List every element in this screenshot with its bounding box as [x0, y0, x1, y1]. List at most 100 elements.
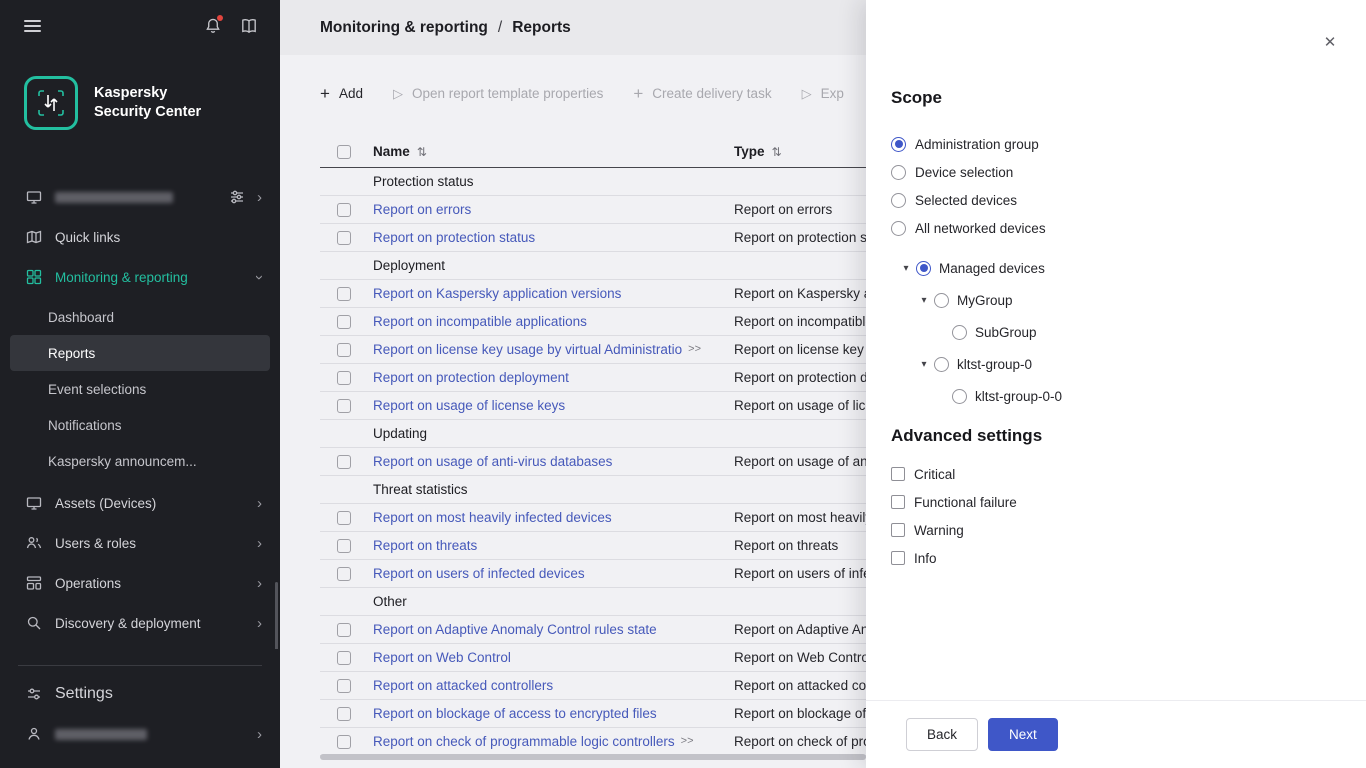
radio-icon [916, 261, 931, 276]
horizontal-scrollbar[interactable] [320, 754, 866, 760]
report-link[interactable]: Report on Kaspersky application versions [373, 286, 621, 301]
sidebar-item-discovery[interactable]: Discovery & deployment › [0, 603, 280, 643]
chevron-right-icon: › [257, 496, 262, 511]
drawer-footer: Back Next [866, 700, 1366, 768]
menu-toggle-icon[interactable] [24, 20, 41, 32]
report-link[interactable]: Report on protection deployment [373, 370, 569, 385]
severity-checkbox-info[interactable]: Info [891, 544, 1326, 572]
export-button[interactable]: ▷ Exp [802, 86, 844, 101]
sidebar-subitem-reports[interactable]: Reports [10, 335, 270, 371]
sidebar-item-label: Assets (Devices) [55, 496, 156, 511]
sidebar-scrollbar[interactable] [275, 582, 278, 649]
page-title: Reports [512, 19, 571, 37]
expander-icon[interactable]: ▾ [917, 359, 931, 370]
sidebar-subitem-kaspersky-announcem[interactable]: Kaspersky announcem... [10, 443, 270, 479]
tree-node-mygroup[interactable]: ▾ MyGroup [891, 284, 1326, 316]
report-link[interactable]: Report on check of programmable logic co… [373, 734, 675, 749]
row-checkbox[interactable] [337, 455, 351, 469]
tree-node-subgroup[interactable]: ▾ SubGroup [891, 316, 1326, 348]
operations-icon [26, 575, 42, 591]
sidebar-item-server[interactable]: › [0, 177, 280, 217]
severity-checkbox-critical[interactable]: Critical [891, 460, 1326, 488]
sidebar-subitem-notifications[interactable]: Notifications [10, 407, 270, 443]
users-icon [26, 535, 42, 551]
sort-icon[interactable]: ⇅ [417, 145, 427, 159]
breadcrumb-section[interactable]: Monitoring & reporting [320, 19, 488, 37]
report-link[interactable]: Report on Web Control [373, 650, 511, 665]
sidebar-item-operations[interactable]: Operations › [0, 563, 280, 603]
create-delivery-task-button[interactable]: + Create delivery task [633, 85, 771, 102]
expand-text-icon[interactable]: >> [681, 735, 694, 747]
row-checkbox[interactable] [337, 539, 351, 553]
report-link[interactable]: Report on usage of license keys [373, 398, 565, 413]
report-link[interactable]: Report on most heavily infected devices [373, 510, 612, 525]
row-checkbox[interactable] [337, 287, 351, 301]
chevron-right-icon[interactable]: › [257, 727, 262, 742]
report-link[interactable]: Report on Adaptive Anomaly Control rules… [373, 622, 657, 637]
plus-icon: + [320, 85, 330, 102]
row-checkbox[interactable] [337, 735, 351, 749]
help-docs-icon[interactable] [240, 17, 258, 35]
sidebar-item-monitoring[interactable]: Monitoring & reporting › [0, 257, 280, 297]
sort-icon[interactable]: ⇅ [772, 145, 782, 159]
scope-radio-device-selection[interactable]: Device selection [891, 158, 1326, 186]
row-checkbox[interactable] [337, 203, 351, 217]
row-checkbox[interactable] [337, 511, 351, 525]
chevron-right-icon[interactable]: › [257, 190, 262, 205]
tree-node-managed-devices[interactable]: ▾ Managed devices [891, 252, 1326, 284]
tree-node-kltst-group-0-0[interactable]: ▾ kltst-group-0-0 [891, 380, 1326, 412]
report-link[interactable]: Report on license key usage by virtual A… [373, 342, 682, 357]
sidebar-item-users-roles[interactable]: Users & roles › [0, 523, 280, 563]
checkbox-label: Warning [914, 523, 964, 538]
row-checkbox[interactable] [337, 679, 351, 693]
row-checkbox[interactable] [337, 623, 351, 637]
next-button[interactable]: Next [988, 718, 1058, 751]
row-checkbox[interactable] [337, 651, 351, 665]
row-checkbox[interactable] [337, 567, 351, 581]
row-checkbox[interactable] [337, 707, 351, 721]
report-link[interactable]: Report on attacked controllers [373, 678, 553, 693]
column-header-name: Name [373, 144, 410, 159]
sidebar-item-user-account[interactable]: › [0, 714, 280, 754]
back-button[interactable]: Back [906, 718, 978, 751]
sidebar-item-label: Settings [55, 685, 113, 703]
expand-text-icon[interactable]: >> [688, 343, 701, 355]
report-link[interactable]: Report on errors [373, 202, 471, 217]
settings-sliders-icon [26, 686, 42, 702]
scope-radio-administration-group[interactable]: Administration group [891, 130, 1326, 158]
severity-checkbox-functional-failure[interactable]: Functional failure [891, 488, 1326, 516]
radio-icon [952, 389, 967, 404]
report-link[interactable]: Report on usage of anti-virus databases [373, 454, 612, 469]
sidebar-subitem-dashboard[interactable]: Dashboard [10, 299, 270, 335]
row-checkbox[interactable] [337, 343, 351, 357]
map-icon [26, 229, 42, 245]
sliders-icon[interactable] [229, 189, 245, 205]
column-header-type: Type [734, 144, 765, 159]
expander-icon[interactable]: ▾ [917, 295, 931, 306]
tree-node-kltst-group-0[interactable]: ▾ kltst-group-0 [891, 348, 1326, 380]
tree-node-label: kltst-group-0 [957, 357, 1032, 372]
close-icon[interactable]: ✕ [1320, 32, 1340, 52]
report-link[interactable]: Report on protection status [373, 230, 535, 245]
report-link[interactable]: Report on threats [373, 538, 477, 553]
report-link[interactable]: Report on blockage of access to encrypte… [373, 706, 657, 721]
row-checkbox[interactable] [337, 371, 351, 385]
radio-icon [891, 137, 906, 152]
add-button[interactable]: + Add [320, 85, 363, 102]
report-link[interactable]: Report on users of infected devices [373, 566, 585, 581]
select-all-checkbox[interactable] [337, 145, 351, 159]
notifications-bell-icon[interactable] [204, 17, 222, 35]
open-template-properties-button[interactable]: ▷ Open report template properties [393, 86, 603, 101]
sidebar-item-assets[interactable]: Assets (Devices) › [0, 483, 280, 523]
sidebar-item-settings[interactable]: Settings [0, 674, 280, 714]
row-checkbox[interactable] [337, 399, 351, 413]
expander-icon[interactable]: ▾ [899, 263, 913, 274]
report-link[interactable]: Report on incompatible applications [373, 314, 587, 329]
sidebar-subitem-event-selections[interactable]: Event selections [10, 371, 270, 407]
scope-radio-all-networked-devices[interactable]: All networked devices [891, 214, 1326, 242]
row-checkbox[interactable] [337, 315, 351, 329]
row-checkbox[interactable] [337, 231, 351, 245]
severity-checkbox-warning[interactable]: Warning [891, 516, 1326, 544]
scope-radio-selected-devices[interactable]: Selected devices [891, 186, 1326, 214]
sidebar-item-quick-links[interactable]: Quick links [0, 217, 280, 257]
